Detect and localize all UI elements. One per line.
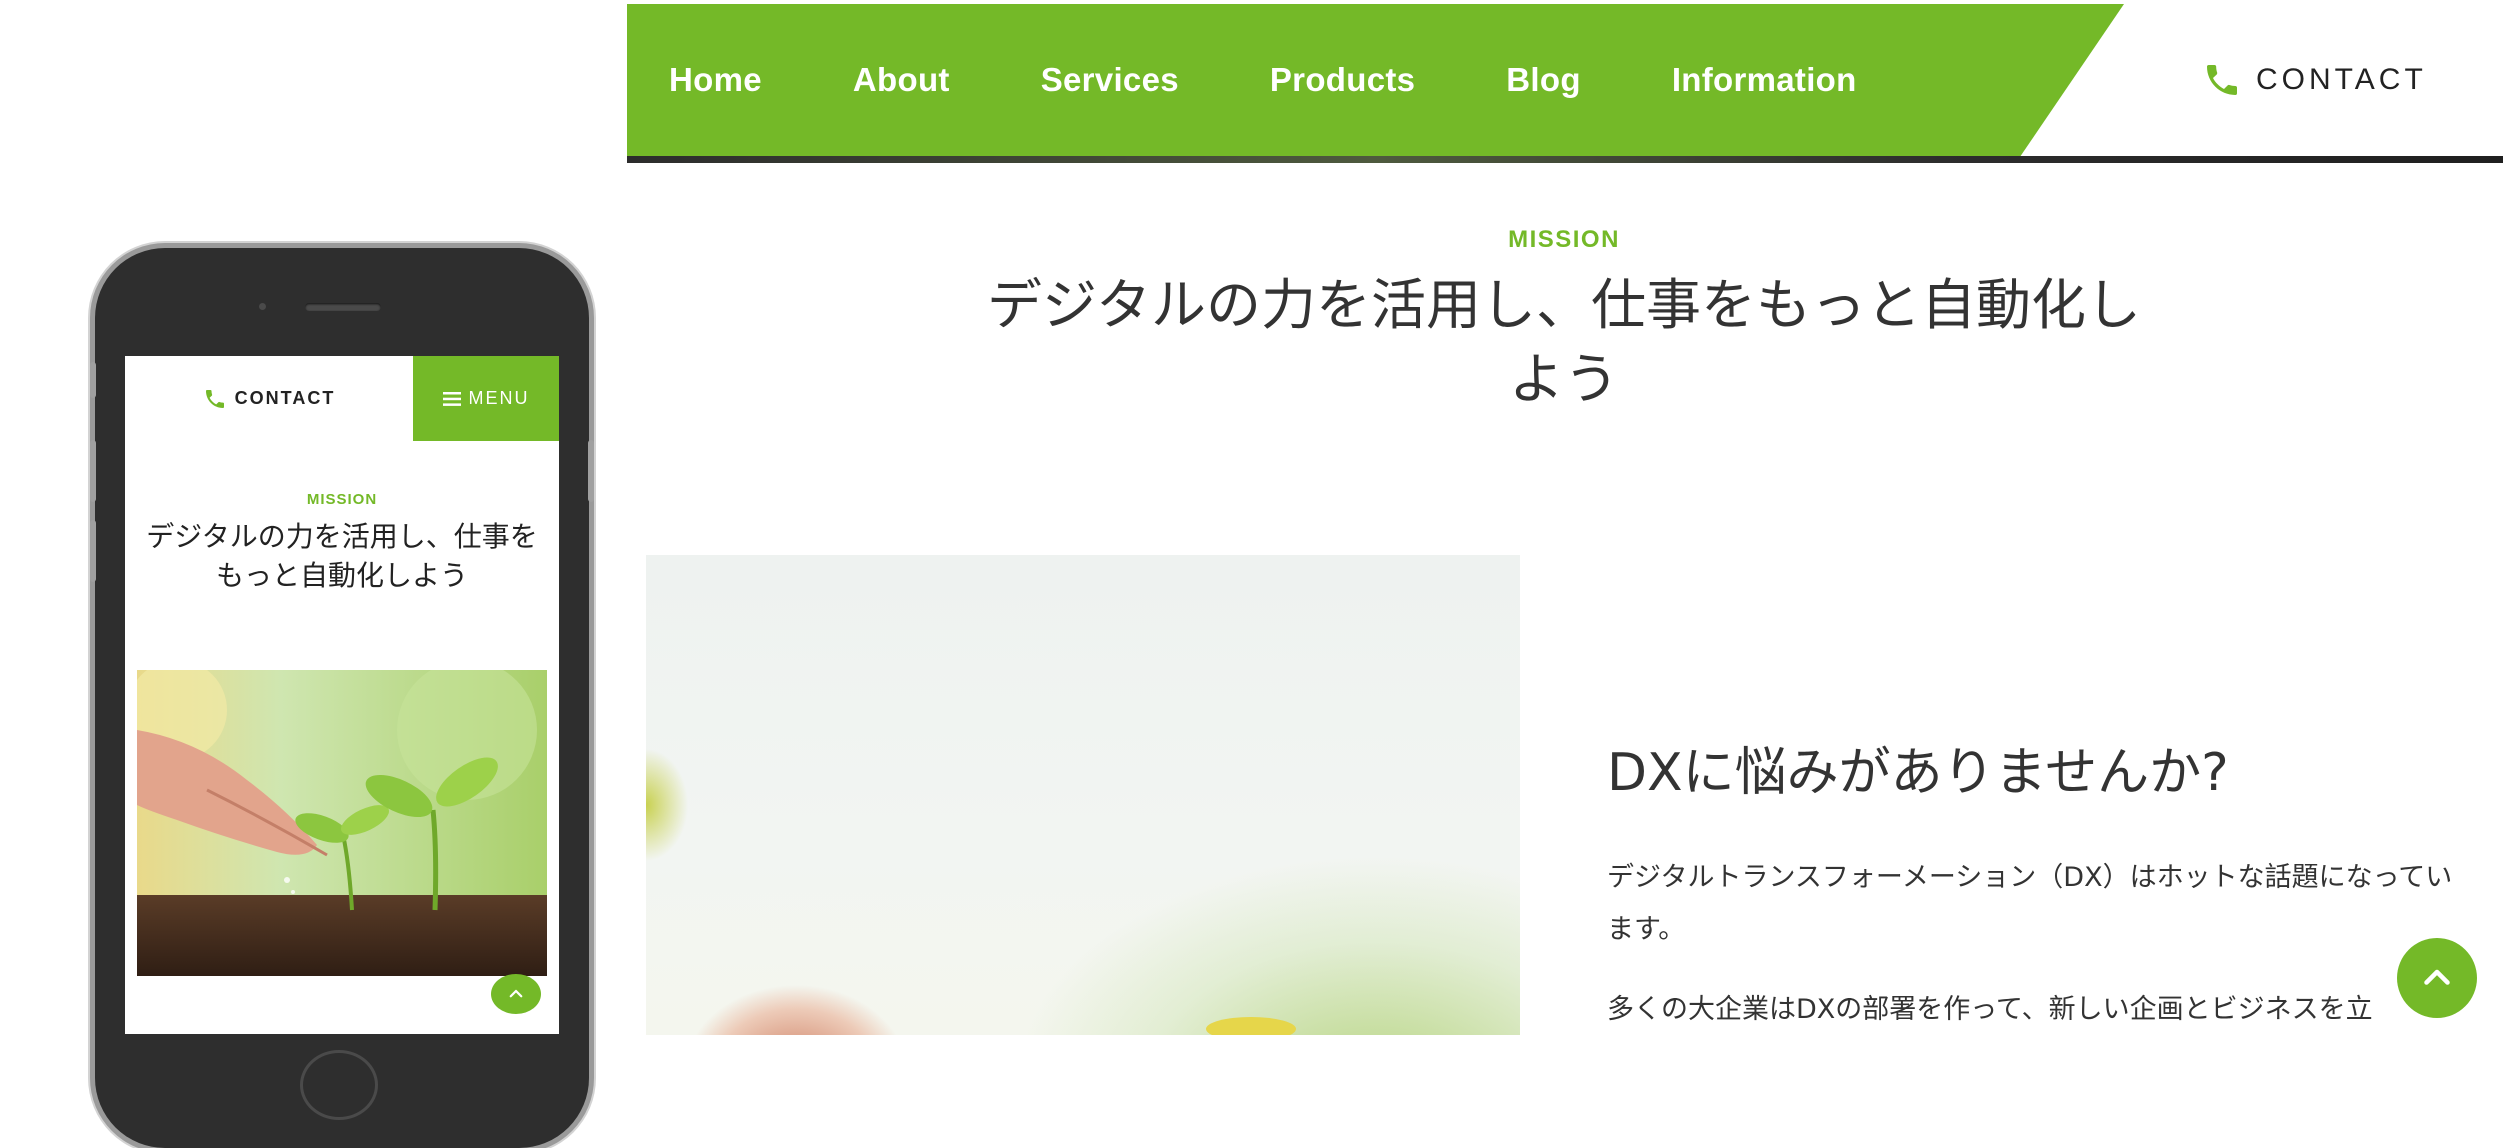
mobile-menu-button[interactable]: MENU (413, 356, 559, 441)
phone-camera (259, 303, 266, 310)
main-nav: Home About Services Products Blog Inform… (669, 4, 1948, 156)
chevron-up-icon (509, 989, 523, 998)
image-highlight (1206, 1017, 1296, 1035)
chevron-up-icon (2424, 969, 2450, 985)
dx-heading: DXに悩みがありませんか? (1607, 743, 2229, 803)
mobile-menu-label: MENU (468, 388, 530, 408)
seedling-illustration (137, 670, 547, 976)
contact-label: CONTACT (2256, 63, 2427, 96)
nav-services[interactable]: Services (1041, 61, 1179, 99)
contact-link[interactable]: CONTACT (2202, 50, 2427, 110)
nav-about[interactable]: About (853, 61, 950, 99)
nav-blog[interactable]: Blog (1506, 61, 1581, 99)
nav-products[interactable]: Products (1270, 61, 1415, 99)
mobile-back-to-top-button[interactable] (491, 974, 541, 1014)
phone-speaker (305, 303, 381, 311)
phone-icon (2207, 65, 2237, 95)
site-header: Home About Services Products Blog Inform… (627, 4, 2503, 163)
phone-home-button (300, 1050, 378, 1120)
hamburger-icon (442, 391, 461, 406)
mission-title: デジタルの力を活用し、仕事をもっと自動化しよう (987, 273, 2141, 411)
mobile-mission-label: MISSION (306, 491, 378, 508)
mobile-contact-label: CONTACT (234, 388, 336, 408)
phone-volume-up (90, 440, 96, 502)
back-to-top-button[interactable] (2397, 938, 2477, 1018)
mission-label: MISSION (1508, 226, 1620, 253)
nav-information[interactable]: Information (1672, 61, 1857, 99)
mobile-mission-title: デジタルの力を活用し、仕事をもっと自動化しよう (146, 520, 538, 592)
header-divider (627, 156, 2503, 163)
dx-paragraph-1: デジタルトランスフォーメーション（DX）はホットな話題になっています。 (1607, 862, 2453, 945)
mobile-contact-link[interactable]: CONTACT (125, 356, 413, 441)
hero-image (646, 555, 1520, 1035)
phone-volume-down (90, 520, 96, 582)
phone-icon (205, 389, 224, 408)
nav-home[interactable]: Home (669, 61, 762, 99)
phone-side-button (90, 362, 96, 398)
mobile-hero-image (137, 670, 547, 976)
dx-paragraph-2: 多くの大企業はDXの部署を作って、新しい企画とビジネスを立 (1607, 994, 2373, 1025)
phone-screen: CONTACT MENU MISSION デジタルの力を活用し、仕事をもっと自動… (125, 356, 559, 1034)
phone-power-button (588, 440, 594, 502)
